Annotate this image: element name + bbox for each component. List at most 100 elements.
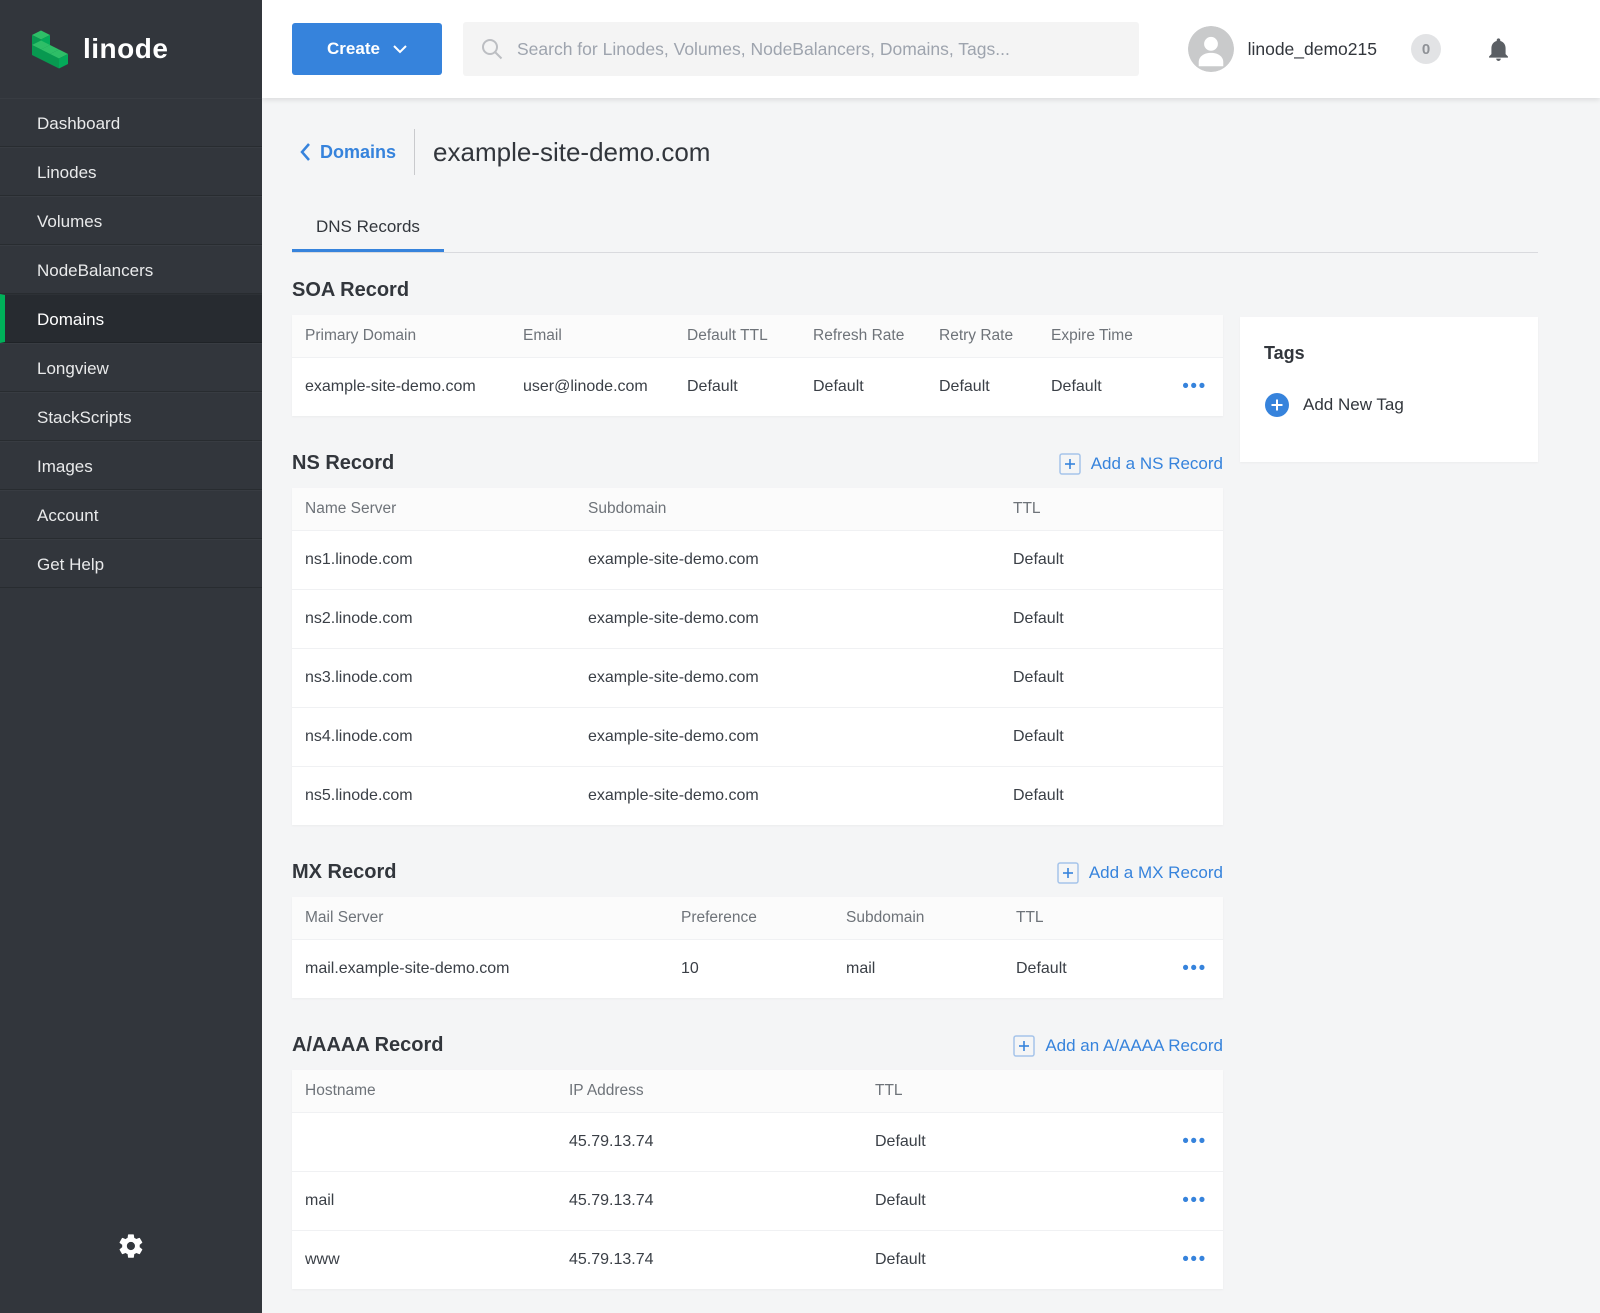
- user-avatar[interactable]: [1188, 26, 1234, 72]
- table-cell: mail: [292, 1171, 556, 1230]
- username[interactable]: linode_demo215: [1248, 39, 1377, 60]
- table-cell: Default: [674, 357, 800, 416]
- table-row: ns5.linode.comexample-site-demo.comDefau…: [292, 766, 1223, 825]
- table-cell: Default: [800, 357, 926, 416]
- table-cell: Default: [1003, 939, 1163, 998]
- user-cluster: linode_demo215 0: [1188, 26, 1512, 72]
- row-actions-ellipsis-icon[interactable]: •••: [1182, 959, 1206, 978]
- a-record-table: HostnameIP AddressTTL45.79.13.74Default•…: [292, 1070, 1223, 1289]
- plus-box-icon: [1057, 862, 1079, 884]
- table-row: example-site-demo.comuser@linode.comDefa…: [292, 357, 1223, 416]
- global-search: [463, 22, 1139, 76]
- column-header: Primary Domain: [292, 315, 510, 357]
- soa-record-table: Primary DomainEmailDefault TTLRefresh Ra…: [292, 315, 1223, 416]
- table-row: 45.79.13.74Default •••: [292, 1112, 1223, 1171]
- table-cell: www: [292, 1230, 556, 1289]
- logo[interactable]: linode: [0, 0, 262, 98]
- column-header: Mail Server: [292, 897, 668, 939]
- row-actions-ellipsis-icon[interactable]: •••: [1182, 1250, 1206, 1269]
- breadcrumb-back-label: Domains: [320, 142, 396, 163]
- notification-count-badge[interactable]: 0: [1411, 34, 1441, 64]
- section-title-ns: NS Record: [292, 452, 394, 475]
- column-header: Preference: [668, 897, 833, 939]
- table-cell: Default: [862, 1171, 1163, 1230]
- create-button[interactable]: Create: [292, 23, 442, 75]
- column-header: Email: [510, 315, 674, 357]
- column-header: Subdomain: [833, 897, 1003, 939]
- breadcrumb: Domains example-site-demo.com: [292, 128, 1538, 176]
- table-cell: example-site-demo.com: [575, 648, 1000, 707]
- column-header: Retry Rate: [926, 315, 1038, 357]
- table-cell: Default: [1000, 766, 1223, 825]
- plus-box-icon: [1059, 453, 1081, 475]
- section-title-a: A/AAAA Record: [292, 1034, 444, 1057]
- ns-record-section: NS Record Add a NS Record Name ServerSub…: [292, 452, 1223, 825]
- table-cell: Default: [862, 1112, 1163, 1171]
- sidebar-item-images[interactable]: Images: [0, 441, 262, 490]
- mx-record-section: MX Record Add a MX Record Mail ServerPre…: [292, 861, 1223, 998]
- table-cell: example-site-demo.com: [575, 707, 1000, 766]
- row-actions-ellipsis-icon[interactable]: •••: [1182, 1132, 1206, 1151]
- plus-circle-icon: [1264, 392, 1290, 418]
- section-title-soa: SOA Record: [292, 279, 409, 302]
- breadcrumb-back-link[interactable]: Domains: [292, 142, 396, 163]
- table-cell: Default: [1000, 648, 1223, 707]
- table-cell: 10: [668, 939, 833, 998]
- add-new-tag-label: Add New Tag: [1303, 395, 1404, 415]
- sidebar-item-get-help[interactable]: Get Help: [0, 539, 262, 588]
- add-mx-record-label: Add a MX Record: [1089, 863, 1223, 883]
- table-cell: user@linode.com: [510, 357, 674, 416]
- sidebar-item-nodebalancers[interactable]: NodeBalancers: [0, 245, 262, 294]
- sidebar-nav: DashboardLinodesVolumesNodeBalancersDoma…: [0, 98, 262, 588]
- sidebar-item-linodes[interactable]: Linodes: [0, 147, 262, 196]
- table-cell: example-site-demo.com: [292, 357, 510, 416]
- table-row: www45.79.13.74Default•••: [292, 1230, 1223, 1289]
- row-actions-ellipsis-icon[interactable]: •••: [1182, 377, 1206, 396]
- table-cell: example-site-demo.com: [575, 589, 1000, 648]
- notification-bell-icon[interactable]: [1485, 36, 1512, 63]
- column-header-actions: [1163, 315, 1223, 357]
- add-a-record-button[interactable]: Add an A/AAAA Record: [1013, 1035, 1223, 1057]
- table-cell: Default: [1000, 707, 1223, 766]
- column-header: Refresh Rate: [800, 315, 926, 357]
- add-new-tag-button[interactable]: Add New Tag: [1264, 392, 1514, 418]
- search-icon: [480, 37, 504, 61]
- sidebar-item-volumes[interactable]: Volumes: [0, 196, 262, 245]
- tags-panel-title: Tags: [1264, 343, 1514, 364]
- add-mx-record-button[interactable]: Add a MX Record: [1057, 862, 1223, 884]
- row-actions-ellipsis-icon[interactable]: •••: [1182, 1191, 1206, 1210]
- table-cell: 45.79.13.74: [556, 1112, 862, 1171]
- table-cell: ns5.linode.com: [292, 766, 575, 825]
- table-cell: ns3.linode.com: [292, 648, 575, 707]
- a-record-section: A/AAAA Record Add an A/AAAA Record Hostn…: [292, 1034, 1223, 1289]
- table-cell: [292, 1112, 556, 1171]
- sidebar-item-account[interactable]: Account: [0, 490, 262, 539]
- table-cell: mail.example-site-demo.com: [292, 939, 668, 998]
- mx-record-table: Mail ServerPreferenceSubdomainTTL mail.ex…: [292, 897, 1223, 998]
- column-header: IP Address: [556, 1070, 862, 1112]
- column-header: TTL: [1003, 897, 1163, 939]
- table-cell: ns4.linode.com: [292, 707, 575, 766]
- sidebar-item-stackscripts[interactable]: StackScripts: [0, 392, 262, 441]
- tab-dns-records[interactable]: DNS Records: [292, 202, 444, 252]
- table-row: ns4.linode.comexample-site-demo.comDefau…: [292, 707, 1223, 766]
- sidebar-item-dashboard[interactable]: Dashboard: [0, 98, 262, 147]
- search-input[interactable]: [517, 39, 1139, 60]
- logo-wordmark: linode: [83, 33, 168, 65]
- main-content: Domains example-site-demo.com DNS Record…: [262, 98, 1600, 1313]
- add-a-record-label: Add an A/AAAA Record: [1045, 1036, 1223, 1056]
- table-cell: Default: [926, 357, 1038, 416]
- add-ns-record-label: Add a NS Record: [1091, 454, 1223, 474]
- sidebar-item-longview[interactable]: Longview: [0, 343, 262, 392]
- linode-logo-icon: [30, 28, 70, 70]
- sidebar-item-domains[interactable]: Domains: [0, 294, 262, 343]
- chevron-left-icon: [300, 143, 311, 161]
- table-cell: mail: [833, 939, 1003, 998]
- topbar: Create linode_demo215 0: [262, 0, 1600, 98]
- sidebar: linode DashboardLinodesVolumesNodeBalanc…: [0, 0, 262, 1313]
- column-header: TTL: [1000, 488, 1223, 530]
- section-title-mx: MX Record: [292, 861, 396, 884]
- add-ns-record-button[interactable]: Add a NS Record: [1059, 453, 1223, 475]
- table-cell: Default: [1000, 530, 1223, 589]
- settings-gear-icon[interactable]: [117, 1232, 145, 1265]
